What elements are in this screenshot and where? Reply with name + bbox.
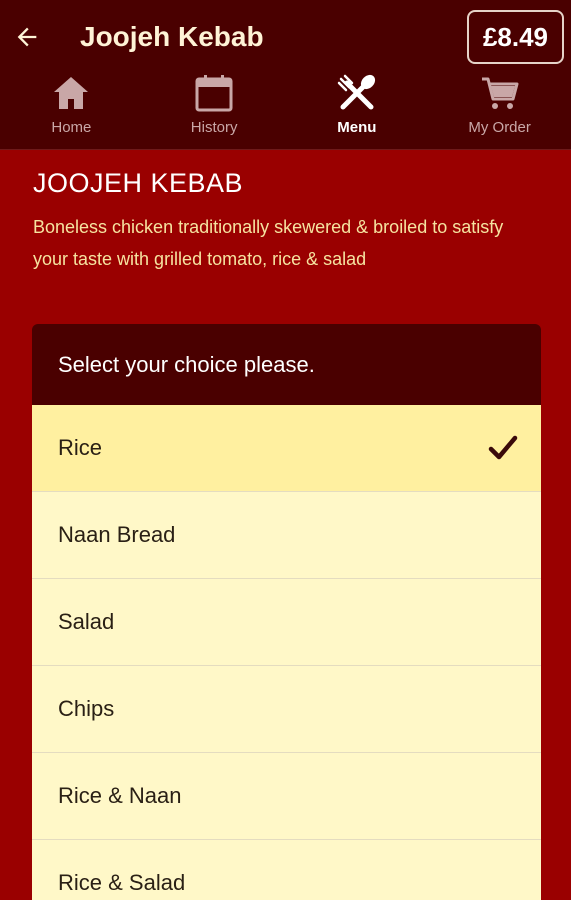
tab-menu-label: Menu <box>337 119 377 136</box>
page-title: Joojeh Kebab <box>80 21 264 52</box>
back-button[interactable] <box>10 18 44 56</box>
option-naan-bread[interactable]: Naan Bread <box>32 492 541 579</box>
option-rice[interactable]: Rice <box>32 405 541 492</box>
tab-history[interactable]: History <box>143 72 286 148</box>
option-label: Rice <box>58 435 103 460</box>
tab-my-order-label: My Order <box>468 119 531 136</box>
cart-icon <box>479 72 521 114</box>
fork-knife-icon <box>336 72 378 114</box>
dish-title: JOOJEH KEBAB <box>33 168 244 198</box>
tab-my-order[interactable]: My Order <box>428 72 571 148</box>
option-chips[interactable]: Chips <box>32 666 541 753</box>
checkmark-icon <box>488 435 518 460</box>
order-total-button[interactable]: £8.49 <box>467 10 564 64</box>
choice-prompt: Select your choice please. <box>32 324 541 405</box>
tab-home[interactable]: Home <box>0 72 143 148</box>
arrow-left-icon <box>17 27 37 47</box>
home-icon <box>50 72 92 114</box>
option-label: Chips <box>58 696 115 721</box>
tab-home-label: Home <box>51 119 92 136</box>
option-label: Rice & Salad <box>58 870 186 895</box>
option-label: Rice & Naan <box>58 783 182 808</box>
dish-info: JOOJEH KEBAB Boneless chicken traditiona… <box>33 165 543 275</box>
option-rice-and-naan[interactable]: Rice & Naan <box>32 753 541 840</box>
tab-menu[interactable]: Menu <box>286 72 429 148</box>
calendar-icon <box>193 72 235 114</box>
choice-list: Select your choice please. Rice Naan Bre… <box>32 324 541 900</box>
option-rice-and-salad[interactable]: Rice & Salad <box>32 840 541 900</box>
tab-history-label: History <box>190 119 238 136</box>
app-bar: Joojeh Kebab £8.49 Home History Menu My … <box>0 0 571 150</box>
option-salad[interactable]: Salad <box>32 579 541 666</box>
dish-description: Boneless chicken traditionally skewered … <box>33 217 504 269</box>
bottom-tabs: Home History Menu My Order <box>0 72 571 148</box>
option-label: Naan Bread <box>58 522 176 547</box>
option-label: Salad <box>58 609 115 634</box>
